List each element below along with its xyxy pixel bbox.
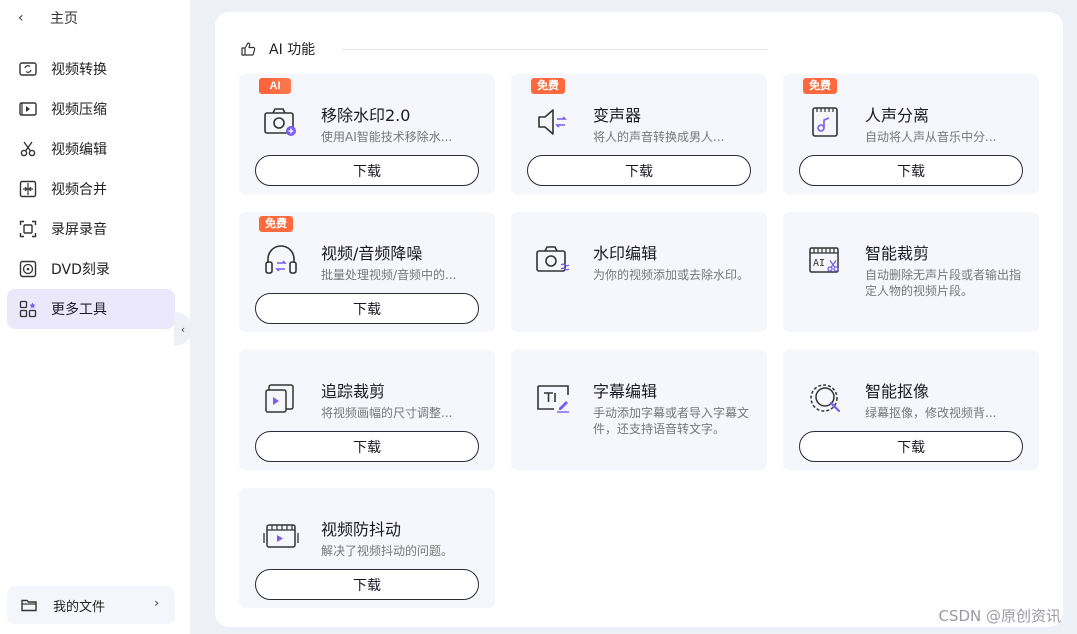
download-button[interactable]: 下载 xyxy=(255,293,479,324)
tool-card-smart-matting[interactable]: 智能抠像 绿幕抠像，修改视频背... 下载 xyxy=(783,350,1039,470)
card-title: 水印编辑 xyxy=(593,244,658,263)
smart-matting-icon xyxy=(807,380,843,416)
card-desc: 使用AI智能技术移除水... xyxy=(321,130,453,144)
card-desc: 手动添加字幕或者导入字幕文件，还支持语音转文字。 xyxy=(593,406,750,436)
card-desc: 将人的声音转换成男人... xyxy=(593,130,725,144)
sidebar-item-video-merge[interactable]: 视频合并 xyxy=(7,169,175,209)
card-title: 字幕编辑 xyxy=(593,382,658,401)
home-label: 主页 xyxy=(50,11,78,27)
free-badge: 免费 xyxy=(803,78,837,94)
card-title: 人声分离 xyxy=(865,106,930,125)
sidebar-item-video-compress[interactable]: 视频压缩 xyxy=(7,89,175,129)
sidebar-item-label: 录屏录音 xyxy=(51,222,107,238)
sidebar-item-label: 视频合并 xyxy=(51,182,107,198)
free-badge: 免费 xyxy=(259,216,293,232)
tool-card-vocal-separate[interactable]: 免费 人声分离 自动将人声从音乐中分... 下载 xyxy=(783,74,1039,194)
main-panel: AI 功能 AI 移除水印2.0 使用AI智能技术移除水... 下载 免费 变声… xyxy=(215,12,1063,627)
card-title: 移除水印2.0 xyxy=(321,106,411,125)
watermark-remove-icon xyxy=(263,104,299,140)
download-button[interactable]: 下载 xyxy=(255,431,479,462)
home-link[interactable]: ‹ 主页 xyxy=(14,7,78,29)
voice-changer-icon xyxy=(535,104,571,140)
stabilize-icon xyxy=(263,518,299,554)
card-desc: 将视频画幅的尺寸调整... xyxy=(321,406,453,420)
card-desc: 为你的视频添加或去除水印。 xyxy=(593,268,750,282)
smart-cut-icon: AI xyxy=(807,242,843,278)
sidebar-item-video-convert[interactable]: 视频转换 xyxy=(7,49,175,89)
tool-card-watermark-edit[interactable]: 水印编辑 为你的视频添加或去除水印。 xyxy=(511,212,767,332)
screen-record-icon xyxy=(18,219,38,239)
card-title: 智能抠像 xyxy=(865,382,930,401)
download-button[interactable]: 下载 xyxy=(799,155,1023,186)
card-desc: 解决了视频抖动的问题。 xyxy=(321,544,454,558)
tool-card-stabilize[interactable]: 视频防抖动 解决了视频抖动的问题。 下载 xyxy=(239,488,495,608)
card-desc: 自动将人声从音乐中分... xyxy=(865,130,997,144)
vocal-separate-icon xyxy=(807,104,843,140)
tool-card-smart-cut[interactable]: AI 智能裁剪 自动删除无声片段或者输出指定人物的视频片段。 xyxy=(783,212,1039,332)
subtitle-edit-icon xyxy=(535,380,571,416)
card-title: 变声器 xyxy=(593,106,642,125)
track-crop-icon xyxy=(263,380,299,416)
my-files-button[interactable]: 我的文件 › xyxy=(7,586,175,624)
scissors-icon xyxy=(18,139,38,159)
sidebar-nav: 视频转换 视频压缩 视频编辑 视频合并 录屏录音 DVD刻录 更多工具 xyxy=(7,49,175,329)
folder-icon xyxy=(21,596,39,614)
sidebar-item-label: 更多工具 xyxy=(51,302,107,318)
sidebar-item-video-edit[interactable]: 视频编辑 xyxy=(7,129,175,169)
download-button[interactable]: 下载 xyxy=(255,155,479,186)
source-watermark: CSDN @原创资讯 xyxy=(938,607,1061,625)
tool-card-track-crop[interactable]: 追踪裁剪 将视频画幅的尺寸调整... 下载 xyxy=(239,350,495,470)
sidebar-item-screen-record[interactable]: 录屏录音 xyxy=(7,209,175,249)
card-title: 追踪裁剪 xyxy=(321,382,386,401)
section-divider xyxy=(342,49,768,50)
sidebar-item-label: 视频编辑 xyxy=(51,142,107,158)
tool-card-voice-changer[interactable]: 免费 变声器 将人的声音转换成男人... 下载 xyxy=(511,74,767,194)
dvd-icon xyxy=(18,259,38,279)
chevron-left-icon: ‹ xyxy=(180,322,186,336)
card-title: 视频/音频降噪 xyxy=(321,244,423,263)
download-button[interactable]: 下载 xyxy=(527,155,751,186)
tool-card-watermark-remove[interactable]: AI 移除水印2.0 使用AI智能技术移除水... 下载 xyxy=(239,74,495,194)
thumbs-up-icon xyxy=(240,40,258,58)
free-badge: 免费 xyxy=(531,78,565,94)
sidebar-item-label: 视频转换 xyxy=(51,62,107,78)
chevron-right-icon: › xyxy=(154,596,159,610)
video-compress-icon xyxy=(18,99,38,119)
noise-reduce-icon xyxy=(263,242,299,278)
sidebar-item-label: 视频压缩 xyxy=(51,102,107,118)
download-button[interactable]: 下载 xyxy=(799,431,1023,462)
sidebar-item-dvd-burn[interactable]: DVD刻录 xyxy=(7,249,175,289)
tool-card-subtitle-edit[interactable]: 字幕编辑 手动添加字幕或者导入字幕文件，还支持语音转文字。 xyxy=(511,350,767,470)
sidebar-item-label: DVD刻录 xyxy=(51,262,110,278)
sidebar: ‹ 主页 视频转换 视频压缩 视频编辑 视频合并 录屏录音 DVD刻录 更多工具… xyxy=(0,0,190,634)
sidebar-item-more-tools[interactable]: 更多工具 xyxy=(7,289,175,329)
svg-text:AI: AI xyxy=(813,258,825,269)
section-header: AI 功能 xyxy=(240,39,315,59)
merge-icon xyxy=(18,179,38,199)
card-title: 智能裁剪 xyxy=(865,244,930,263)
ai-badge: AI xyxy=(259,78,291,94)
card-desc: 绿幕抠像，修改视频背... xyxy=(865,406,997,420)
video-convert-icon xyxy=(18,59,38,79)
section-title: AI 功能 xyxy=(269,42,316,58)
card-title: 视频防抖动 xyxy=(321,520,402,539)
my-files-label: 我的文件 xyxy=(53,599,106,615)
tool-card-noise-reduce[interactable]: 免费 视频/音频降噪 批量处理视频/音频中的... 下载 xyxy=(239,212,495,332)
chevron-left-icon: ‹ xyxy=(18,10,24,26)
card-desc: 批量处理视频/音频中的... xyxy=(321,268,457,282)
watermark-edit-icon xyxy=(535,242,571,278)
more-tools-icon xyxy=(18,299,38,319)
download-button[interactable]: 下载 xyxy=(255,569,479,600)
card-desc: 自动删除无声片段或者输出指定人物的视频片段。 xyxy=(865,268,1022,298)
